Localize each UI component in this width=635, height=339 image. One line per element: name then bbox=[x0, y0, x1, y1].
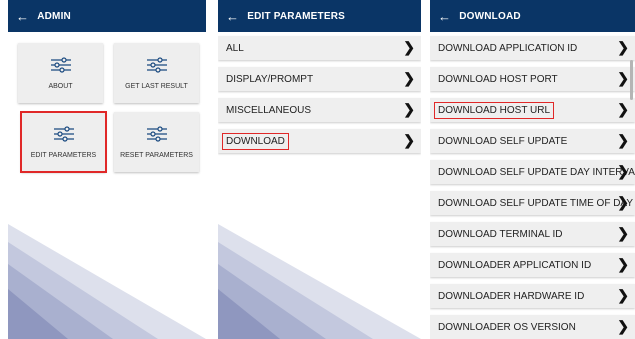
back-arrow-icon[interactable]: ← bbox=[226, 10, 239, 23]
list-item-label: DISPLAY/PROMPT bbox=[226, 73, 314, 85]
list-item-label: DOWNLOAD TERMINAL ID bbox=[438, 228, 563, 240]
list-item-label: DOWNLOADER APPLICATION ID bbox=[438, 259, 592, 271]
tile-get-last-result-label: GET LAST RESULT bbox=[125, 82, 188, 90]
list-item-miscellaneous[interactable]: MISCELLANEOUS ❯ bbox=[218, 98, 421, 122]
admin-header: ← ADMIN bbox=[8, 0, 206, 32]
chevron-right-icon: ❯ bbox=[403, 101, 415, 117]
chevron-right-icon: ❯ bbox=[617, 256, 629, 272]
admin-title: ADMIN bbox=[37, 10, 71, 22]
edit-parameters-header: ← EDIT PARAMETERS bbox=[218, 0, 421, 32]
list-item-download-host-url[interactable]: DOWNLOAD HOST URL ❯ bbox=[430, 98, 635, 122]
chevron-right-icon: ❯ bbox=[617, 318, 629, 334]
back-arrow-icon[interactable]: ← bbox=[438, 10, 451, 23]
list-item-label: MISCELLANEOUS bbox=[226, 104, 312, 116]
list-item-label: DOWNLOADER OS VERSION bbox=[438, 321, 576, 333]
background-decoration bbox=[8, 224, 206, 339]
edit-parameters-title: EDIT PARAMETERS bbox=[247, 10, 346, 22]
list-item-downloader-application-id[interactable]: DOWNLOADER APPLICATION ID ❯ bbox=[430, 253, 635, 277]
download-header: ← DOWNLOAD bbox=[430, 0, 635, 32]
admin-screen: ← ADMIN ABOUT GET LAST RESULT EDIT PARAM… bbox=[8, 0, 206, 339]
tile-edit-parameters[interactable]: EDIT PARAMETERS bbox=[20, 111, 107, 173]
list-item-label: DOWNLOAD HOST PORT bbox=[438, 73, 558, 85]
list-item-downloader-os-version[interactable]: DOWNLOADER OS VERSION ❯ bbox=[430, 315, 635, 339]
tile-about[interactable]: ABOUT bbox=[18, 43, 103, 103]
chevron-right-icon: ❯ bbox=[617, 225, 629, 241]
chevron-right-icon: ❯ bbox=[617, 132, 629, 148]
sliders-icon bbox=[53, 125, 74, 142]
background-decoration bbox=[218, 224, 421, 339]
chevron-right-icon: ❯ bbox=[617, 163, 629, 179]
tile-reset-parameters-label: RESET PARAMETERS bbox=[120, 151, 193, 159]
list-item-label: DOWNLOAD SELF UPDATE DAY INTERVAL bbox=[438, 166, 635, 178]
scrollbar[interactable] bbox=[630, 60, 633, 100]
list-item-download-terminal-id[interactable]: DOWNLOAD TERMINAL ID ❯ bbox=[430, 222, 635, 246]
download-title: DOWNLOAD bbox=[459, 10, 521, 22]
tile-about-label: ABOUT bbox=[48, 82, 73, 90]
chevron-right-icon: ❯ bbox=[403, 70, 415, 86]
list-item-download-self-update-day-interval[interactable]: DOWNLOAD SELF UPDATE DAY INTERVAL ❯ bbox=[430, 160, 635, 184]
list-item-label: DOWNLOAD APPLICATION ID bbox=[438, 42, 578, 54]
chevron-right-icon: ❯ bbox=[403, 132, 415, 148]
chevron-right-icon: ❯ bbox=[617, 101, 629, 117]
sliders-icon bbox=[146, 56, 167, 73]
chevron-right-icon: ❯ bbox=[617, 194, 629, 210]
list-item-downloader-hardware-id[interactable]: DOWNLOADER HARDWARE ID ❯ bbox=[430, 284, 635, 308]
edit-parameters-screen: ← EDIT PARAMETERS ALL ❯ DISPLAY/PROMPT ❯… bbox=[218, 0, 421, 339]
list-item-label: DOWNLOAD HOST URL bbox=[434, 101, 555, 119]
list-item-download[interactable]: DOWNLOAD ❯ bbox=[218, 129, 421, 153]
list-item-download-self-update-time-of-day[interactable]: DOWNLOAD SELF UPDATE TIME OF DAY ❯ bbox=[430, 191, 635, 215]
list-item-download-application-id[interactable]: DOWNLOAD APPLICATION ID ❯ bbox=[430, 36, 635, 60]
list-item-download-host-port[interactable]: DOWNLOAD HOST PORT ❯ bbox=[430, 67, 635, 91]
list-item-label: DOWNLOAD SELF UPDATE TIME OF DAY bbox=[438, 197, 634, 209]
tile-edit-parameters-label: EDIT PARAMETERS bbox=[30, 151, 97, 159]
tile-reset-parameters[interactable]: RESET PARAMETERS bbox=[114, 112, 199, 172]
sliders-icon bbox=[146, 125, 167, 142]
list-item-display-prompt[interactable]: DISPLAY/PROMPT ❯ bbox=[218, 67, 421, 91]
sliders-icon bbox=[50, 56, 71, 73]
list-item-all[interactable]: ALL ❯ bbox=[218, 36, 421, 60]
chevron-right-icon: ❯ bbox=[617, 70, 629, 86]
chevron-right-icon: ❯ bbox=[617, 287, 629, 303]
back-arrow-icon[interactable]: ← bbox=[16, 10, 29, 23]
list-item-label: DOWNLOAD bbox=[222, 132, 289, 150]
download-screen: ← DOWNLOAD DOWNLOAD APPLICATION ID ❯ DOW… bbox=[430, 0, 635, 339]
list-item-download-self-update[interactable]: DOWNLOAD SELF UPDATE ❯ bbox=[430, 129, 635, 153]
tile-get-last-result[interactable]: GET LAST RESULT bbox=[114, 43, 199, 103]
list-item-label: ALL bbox=[226, 42, 244, 54]
list-item-label: DOWNLOADER HARDWARE ID bbox=[438, 290, 585, 302]
list-item-label: DOWNLOAD SELF UPDATE bbox=[438, 135, 568, 147]
chevron-right-icon: ❯ bbox=[403, 39, 415, 55]
chevron-right-icon: ❯ bbox=[617, 39, 629, 55]
